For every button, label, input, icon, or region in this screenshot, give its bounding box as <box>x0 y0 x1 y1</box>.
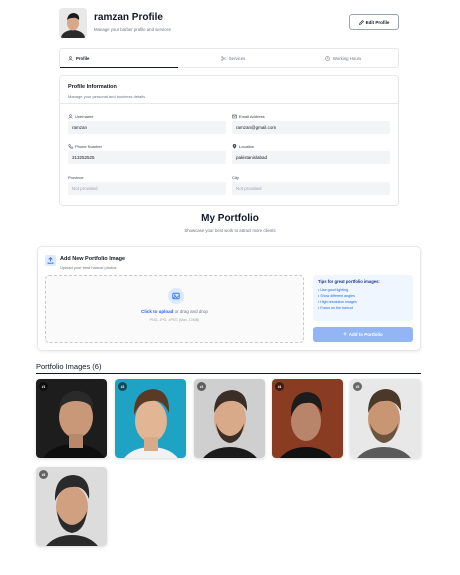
add-to-portfolio-button[interactable]: + Add to Portfolio <box>313 327 413 342</box>
phone-label: Phone Number <box>75 143 102 149</box>
province-value: Not provided <box>68 182 226 195</box>
haircut-photo-2 <box>115 379 186 458</box>
clock-icon <box>325 55 330 61</box>
image-icon <box>168 288 184 304</box>
tab-services-label: Services <box>228 55 246 61</box>
phone-icon <box>68 143 73 149</box>
click-to-upload-link[interactable]: Click to upload <box>141 309 173 314</box>
image-number-badge: #4 <box>275 382 284 391</box>
add-to-portfolio-label: Add to Portfolio <box>348 332 383 337</box>
email-value: ramzan@gmail.com <box>232 121 390 134</box>
mail-icon <box>232 114 237 118</box>
plus-icon: + <box>343 331 347 338</box>
drag-drop-text: or drag and drop <box>173 309 208 314</box>
image-number-badge: #3 <box>197 382 206 391</box>
phone-field: Phone Number 313252525 <box>68 143 226 164</box>
edit-profile-label: Edit Profile <box>365 19 390 25</box>
haircut-photo-5 <box>350 379 421 458</box>
dropzone[interactable]: Click to upload or drag and drop PNG, JP… <box>45 275 304 343</box>
upload-card: Add New Portfolio Image Upload your best… <box>37 246 421 351</box>
dropzone-text: Click to upload or drag and drop <box>46 309 303 314</box>
username-value: ramzan <box>68 121 226 134</box>
card-header: Profile Information Manage your personal… <box>60 76 398 104</box>
avatar <box>59 8 87 38</box>
image-number-badge: #1 <box>39 382 48 391</box>
city-field: City Not provided <box>232 174 390 195</box>
user-icon <box>68 113 73 119</box>
tips-title: Tips for great portfolio images: <box>318 279 380 284</box>
tip-item: • Focus on the haircut <box>318 306 353 310</box>
email-label: Email Address <box>239 113 265 119</box>
portfolio-image[interactable]: #4 <box>272 379 343 458</box>
image-number-badge: #6 <box>39 470 48 479</box>
username-label: Username <box>75 113 94 119</box>
username-field: Username ramzan <box>68 113 226 134</box>
haircut-photo-4 <box>272 379 343 458</box>
page-title: ramzan Profile <box>94 12 163 23</box>
page-subtitle: Manage your barber profile and services <box>94 27 171 32</box>
profile-information-card: Profile Information Manage your personal… <box>59 75 399 206</box>
portfolio-image[interactable]: #6 <box>36 467 107 546</box>
tips-box: Tips for great portfolio images: • Use g… <box>313 275 413 321</box>
scissors-icon <box>221 55 226 61</box>
edit-icon <box>358 19 364 25</box>
divider <box>36 373 421 374</box>
profile-header: ramzan Profile Manage your barber profil… <box>59 8 400 38</box>
map-pin-icon <box>232 143 237 149</box>
tab-profile[interactable]: Profile <box>60 49 178 68</box>
haircut-photo-3 <box>194 379 265 458</box>
province-field: Province Not provided <box>68 174 226 195</box>
haircut-photo-1 <box>36 379 107 458</box>
image-number-badge: #2 <box>118 382 127 391</box>
upload-icon <box>45 255 56 266</box>
tab-profile-label: Profile <box>76 55 90 61</box>
user-icon <box>68 55 73 61</box>
portfolio-title: My Portfolio <box>201 213 259 224</box>
city-value: Not provided <box>232 182 390 195</box>
tab-working-hours[interactable]: Working Hours <box>288 49 398 67</box>
portfolio-image[interactable]: #1 <box>36 379 107 458</box>
portfolio-image[interactable]: #3 <box>194 379 265 458</box>
tab-services[interactable]: Services <box>178 49 288 67</box>
province-label: Province <box>68 174 84 180</box>
edit-profile-button[interactable]: Edit Profile <box>349 14 399 30</box>
portfolio-subtitle: Showcase your best work to attract more … <box>184 228 276 233</box>
location-field: Location pakistanislabad <box>232 143 390 164</box>
location-label: Location <box>239 143 255 149</box>
city-label: City <box>232 174 239 180</box>
upload-subtitle: Upload your best haircut photos <box>60 265 117 270</box>
card-title: Profile Information <box>68 84 117 90</box>
image-number-badge: #5 <box>353 382 362 391</box>
file-types-hint: PNG, JPG, JPEG (Max. 10MB) <box>149 318 200 322</box>
email-field: Email Address ramzan@gmail.com <box>232 113 390 134</box>
tab-bar: Profile Services Working Hours <box>59 48 399 68</box>
location-value: pakistanislabad <box>232 151 390 164</box>
tab-working-hours-label: Working Hours <box>332 55 362 61</box>
portfolio-images-title: Portfolio Images (6) <box>36 362 102 371</box>
portfolio-image[interactable]: #2 <box>115 379 186 458</box>
card-description: Manage your personal and business detail… <box>68 94 146 99</box>
haircut-photo-6 <box>36 467 107 546</box>
phone-value: 313252525 <box>68 151 226 164</box>
portfolio-image[interactable]: #5 <box>350 379 421 458</box>
upload-title: Add New Portfolio Image <box>60 256 126 262</box>
